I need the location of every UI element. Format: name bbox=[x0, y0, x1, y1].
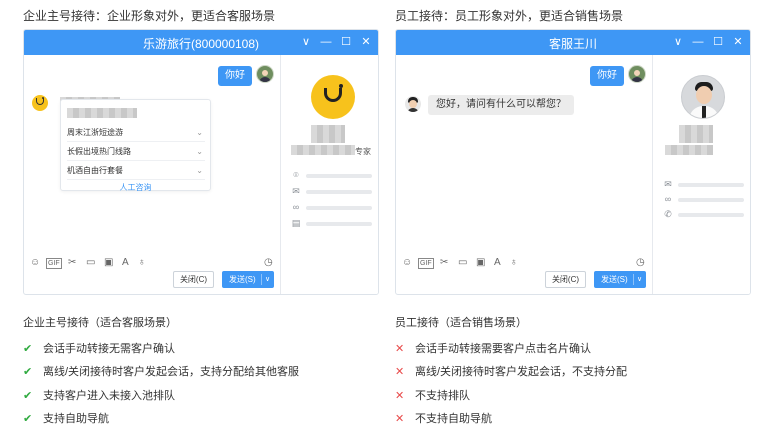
minimize-icon[interactable]: — bbox=[691, 34, 705, 50]
feature-item: ✔ 支持客户进入未接入池排队 bbox=[23, 390, 175, 402]
cross-icon: ✕ bbox=[395, 413, 405, 425]
chat-area: 你好 您好，请问有什么可以帮您？ ☺ GIF ✂ ▭ ▣ A ♁ ◷ bbox=[396, 55, 652, 269]
dropdown-icon[interactable]: ∨ bbox=[299, 34, 313, 50]
check-icon: ✔ bbox=[23, 390, 33, 402]
send-button[interactable]: 发送(S) ∨ bbox=[594, 271, 646, 288]
link-icon: ∞ bbox=[664, 194, 672, 204]
agent-photo bbox=[681, 75, 725, 119]
window-titlebar: 乐游旅行(800000108) ∨ — ☐ ✕ bbox=[24, 30, 378, 55]
agent-avatar bbox=[405, 96, 421, 112]
blurred-text bbox=[679, 125, 713, 143]
chevron-down-icon[interactable]: ∨ bbox=[265, 272, 270, 287]
dropdown-icon[interactable]: ∨ bbox=[671, 34, 685, 50]
send-button[interactable]: 发送(S) ∨ bbox=[222, 271, 274, 288]
window-titlebar: 客服王川 ∨ — ☐ ✕ bbox=[396, 30, 750, 55]
human-service-link[interactable]: 人工咨询 bbox=[61, 182, 210, 193]
close-button[interactable]: 关闭(C) bbox=[545, 271, 586, 288]
microphone-icon[interactable]: ♁ bbox=[510, 256, 518, 270]
blurred-text bbox=[291, 145, 355, 155]
check-icon: ✔ bbox=[23, 366, 33, 378]
check-icon: ✔ bbox=[23, 413, 33, 425]
gif-icon[interactable]: GIF bbox=[46, 258, 62, 269]
nav-menu-item[interactable]: 机酒自由行套餐 ⌄ bbox=[67, 162, 205, 180]
nav-menu-item[interactable]: 周末江浙短途游 ⌄ bbox=[67, 124, 205, 142]
image-icon[interactable]: ▣ bbox=[476, 256, 485, 270]
close-icon[interactable]: ✕ bbox=[731, 34, 745, 50]
minimize-icon[interactable]: — bbox=[319, 34, 333, 50]
left-heading: 企业主号接待：企业形象对外，更适合客服场景 bbox=[23, 9, 276, 23]
mail-icon: ✉ bbox=[664, 179, 672, 189]
check-icon: ✔ bbox=[23, 343, 33, 355]
cross-icon: ✕ bbox=[395, 366, 405, 378]
brand-logo-icon bbox=[32, 95, 48, 111]
chevron-down-icon: ⌄ bbox=[196, 128, 203, 137]
enterprise-chat-window: 乐游旅行(800000108) ∨ — ☐ ✕ 你好 周末江浙短途游 ⌄ 长假出境… bbox=[23, 29, 379, 295]
gif-icon[interactable]: GIF bbox=[418, 258, 434, 269]
close-button[interactable]: 关闭(C) bbox=[173, 271, 214, 288]
microphone-icon[interactable]: ♁ bbox=[138, 256, 146, 270]
folder-icon[interactable]: ▭ bbox=[458, 256, 467, 270]
blurred-text bbox=[311, 125, 345, 143]
chat-area: 你好 周末江浙短途游 ⌄ 长假出境热门线路 ⌄ 机酒自由行套餐 ⌄ 人工咨询 ☺ GI… bbox=[24, 55, 280, 269]
image-icon[interactable]: ▣ bbox=[104, 256, 113, 270]
feature-item: ✕ 离线/关闭接待时客户发起会话，不支持分配 bbox=[395, 366, 628, 378]
clock-icon[interactable]: ◷ bbox=[264, 256, 273, 270]
left-section-title: 企业主号接待（适合客服场景） bbox=[23, 317, 177, 329]
customer-message: 你好 bbox=[218, 66, 252, 86]
link-icon: ∞ bbox=[292, 202, 300, 212]
feature-item: ✔ 支持自助导航 bbox=[23, 413, 109, 425]
brand-logo bbox=[311, 75, 355, 119]
close-icon[interactable]: ✕ bbox=[359, 34, 373, 50]
font-icon[interactable]: A bbox=[122, 256, 129, 270]
building-icon: ▤ bbox=[291, 218, 301, 228]
customer-avatar bbox=[256, 65, 274, 83]
chevron-down-icon[interactable]: ∨ bbox=[637, 272, 642, 287]
cross-icon: ✕ bbox=[395, 343, 405, 355]
font-icon[interactable]: A bbox=[494, 256, 501, 270]
feature-item: ✕ 不支持自助导航 bbox=[395, 413, 492, 425]
chevron-down-icon: ⌄ bbox=[196, 147, 203, 156]
profile-title: 专家 bbox=[355, 147, 371, 156]
chevron-down-icon: ⌄ bbox=[196, 166, 203, 175]
nav-menu-item[interactable]: 长假出境热门线路 ⌄ bbox=[67, 143, 205, 161]
feature-item: ✕ 会话手动转接需要客户点击名片确认 bbox=[395, 343, 591, 355]
feature-item: ✔ 离线/关闭接待时客户发起会话，支持分配给其他客服 bbox=[23, 366, 300, 378]
emoji-icon[interactable]: ☺ bbox=[402, 256, 412, 270]
profile-sidebar: ✉ ∞ ✆ bbox=[652, 55, 750, 294]
emoji-icon[interactable]: ☺ bbox=[30, 256, 40, 270]
cross-icon: ✕ bbox=[395, 390, 405, 402]
folder-icon[interactable]: ▭ bbox=[86, 256, 95, 270]
maximize-icon[interactable]: ☐ bbox=[711, 34, 725, 50]
customer-message: 你好 bbox=[590, 66, 624, 86]
feature-item: ✔ 会话手动转接无需客户确认 bbox=[23, 343, 175, 355]
mail-icon: ✉ bbox=[292, 186, 300, 196]
clock-icon[interactable]: ◷ bbox=[636, 256, 645, 270]
scissors-icon[interactable]: ✂ bbox=[68, 256, 76, 270]
chat-toolbar: ☺ GIF ✂ ▭ ▣ A ♁ ◷ bbox=[396, 256, 652, 270]
profile-sidebar: 专家 ⌾ ✉ ∞ ▤ bbox=[280, 55, 378, 294]
right-heading: 员工接待：员工形象对外，更适合销售场景 bbox=[395, 9, 624, 23]
maximize-icon[interactable]: ☐ bbox=[339, 34, 353, 50]
location-icon: ⌾ bbox=[293, 170, 299, 180]
phone-icon: ✆ bbox=[664, 209, 672, 219]
navigation-card: 周末江浙短途游 ⌄ 长假出境热门线路 ⌄ 机酒自由行套餐 ⌄ 人工咨询 bbox=[60, 99, 211, 193]
scissors-icon[interactable]: ✂ bbox=[440, 256, 448, 270]
customer-avatar bbox=[628, 65, 646, 83]
blurred-text bbox=[67, 108, 137, 118]
chat-toolbar: ☺ GIF ✂ ▭ ▣ A ♁ ◷ bbox=[24, 256, 280, 270]
agent-message: 您好，请问有什么可以帮您？ bbox=[428, 95, 574, 115]
feature-item: ✕ 不支持排队 bbox=[395, 390, 470, 402]
employee-chat-window: 客服王川 ∨ — ☐ ✕ 你好 您好，请问有什么可以帮您？ ☺ GIF ✂ ▭ … bbox=[395, 29, 751, 295]
right-section-title: 员工接待（适合销售场景） bbox=[395, 317, 527, 329]
blurred-text bbox=[665, 145, 713, 155]
